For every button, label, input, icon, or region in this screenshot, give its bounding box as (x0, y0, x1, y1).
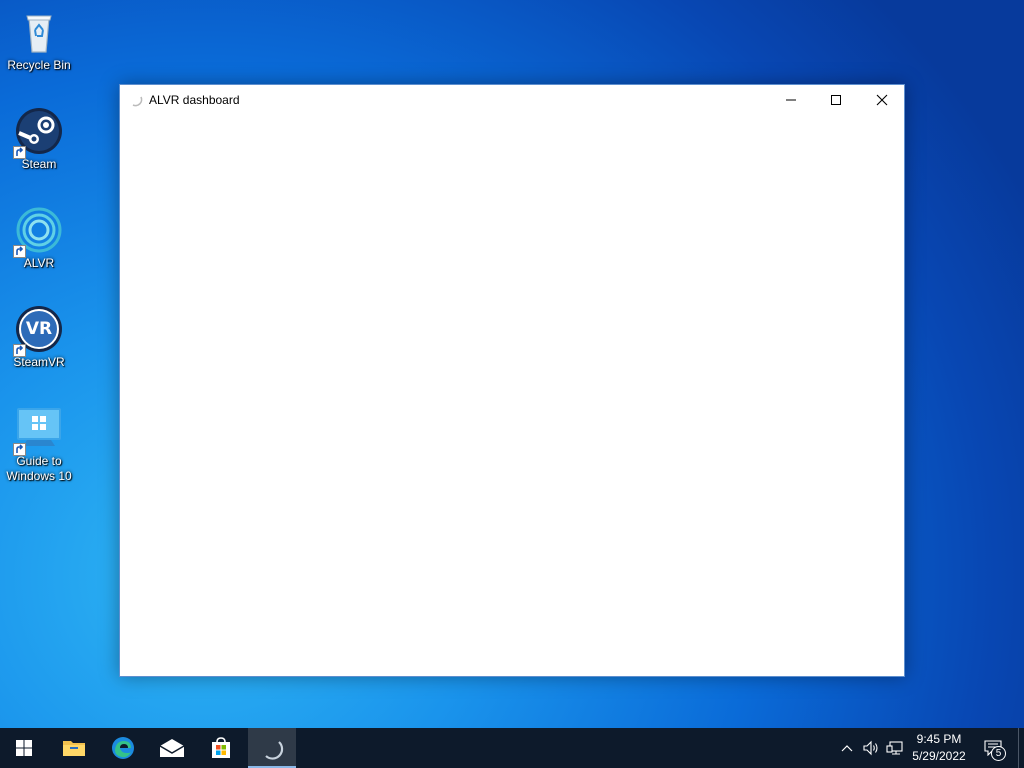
close-button[interactable] (859, 85, 905, 115)
window-title: ALVR dashboard (149, 93, 240, 107)
desktop-icon-label: ALVR (23, 256, 55, 270)
clock[interactable]: 9:45 PM 5/29/2022 (904, 731, 974, 765)
steamvr-badge-text: VR (25, 319, 53, 339)
shortcut-arrow-icon (13, 146, 26, 159)
window-content-area[interactable] (120, 115, 904, 676)
volume-icon (863, 740, 878, 756)
maximize-button[interactable] (813, 85, 859, 115)
chevron-up-icon (841, 745, 853, 752)
desktop-icon-label: Recycle Bin (7, 58, 71, 72)
desktop-icon-alvr[interactable]: ALVR (4, 206, 74, 271)
start-button[interactable] (0, 728, 48, 768)
taskbar-file-explorer[interactable] (50, 728, 98, 768)
steamvr-icon: VR (13, 305, 63, 357)
steam-icon (13, 107, 63, 159)
desktop-icon-steam[interactable]: Steam (4, 107, 74, 172)
recycle-bin-icon (15, 8, 63, 56)
show-hidden-icons-button[interactable] (838, 728, 856, 768)
desktop-icon-guide-windows-10[interactable]: Guide to Windows 10 (4, 404, 74, 484)
minimize-button[interactable] (768, 85, 814, 115)
desktop-icon-label: SteamVR (13, 355, 65, 369)
desktop-icon-label: Steam (21, 157, 57, 171)
windows-start-icon (16, 740, 32, 756)
shortcut-arrow-icon (13, 443, 26, 456)
alvr-loading-icon (265, 741, 284, 760)
network-button[interactable] (884, 728, 906, 768)
desktop-icon-steamvr[interactable]: VR SteamVR (4, 305, 74, 370)
desktop-icon-recycle-bin[interactable]: Recycle Bin (4, 8, 74, 73)
shortcut-arrow-icon (13, 344, 26, 357)
edge-icon (112, 737, 134, 759)
taskbar-store[interactable] (197, 728, 245, 768)
taskbar: 9:45 PM 5/29/2022 (0, 728, 1024, 768)
label-line: Guide to (16, 454, 62, 468)
store-icon (212, 737, 230, 758)
taskbar-mail[interactable] (148, 728, 196, 768)
taskbar-edge[interactable] (99, 728, 147, 768)
shortcut-arrow-icon (13, 245, 26, 258)
window-titlebar[interactable]: ALVR dashboard (120, 85, 904, 115)
alvr-loading-icon (130, 93, 144, 107)
notification-count-badge: 5 (991, 746, 1006, 761)
volume-button[interactable] (860, 728, 882, 768)
windows-guide-icon (13, 404, 63, 456)
show-desktop-button[interactable] (1018, 728, 1024, 768)
close-icon (876, 94, 888, 106)
maximize-icon (831, 95, 841, 105)
taskbar-alvr-dashboard[interactable] (248, 728, 296, 768)
alvr-icon (13, 206, 63, 258)
folder-icon (63, 741, 85, 756)
minimize-icon (786, 99, 796, 101)
desktop: Recycle Bin Steam ALVR VR SteamVR Guide … (0, 0, 1024, 728)
label-line: Windows 10 (6, 469, 72, 483)
mail-icon (159, 739, 185, 757)
clock-time: 9:45 PM (916, 732, 962, 746)
desktop-icon-label: Guide to Windows 10 (6, 454, 71, 484)
network-icon (886, 741, 903, 755)
clock-date: 5/29/2022 (912, 749, 966, 763)
alvr-dashboard-window: ALVR dashboard (119, 84, 905, 677)
